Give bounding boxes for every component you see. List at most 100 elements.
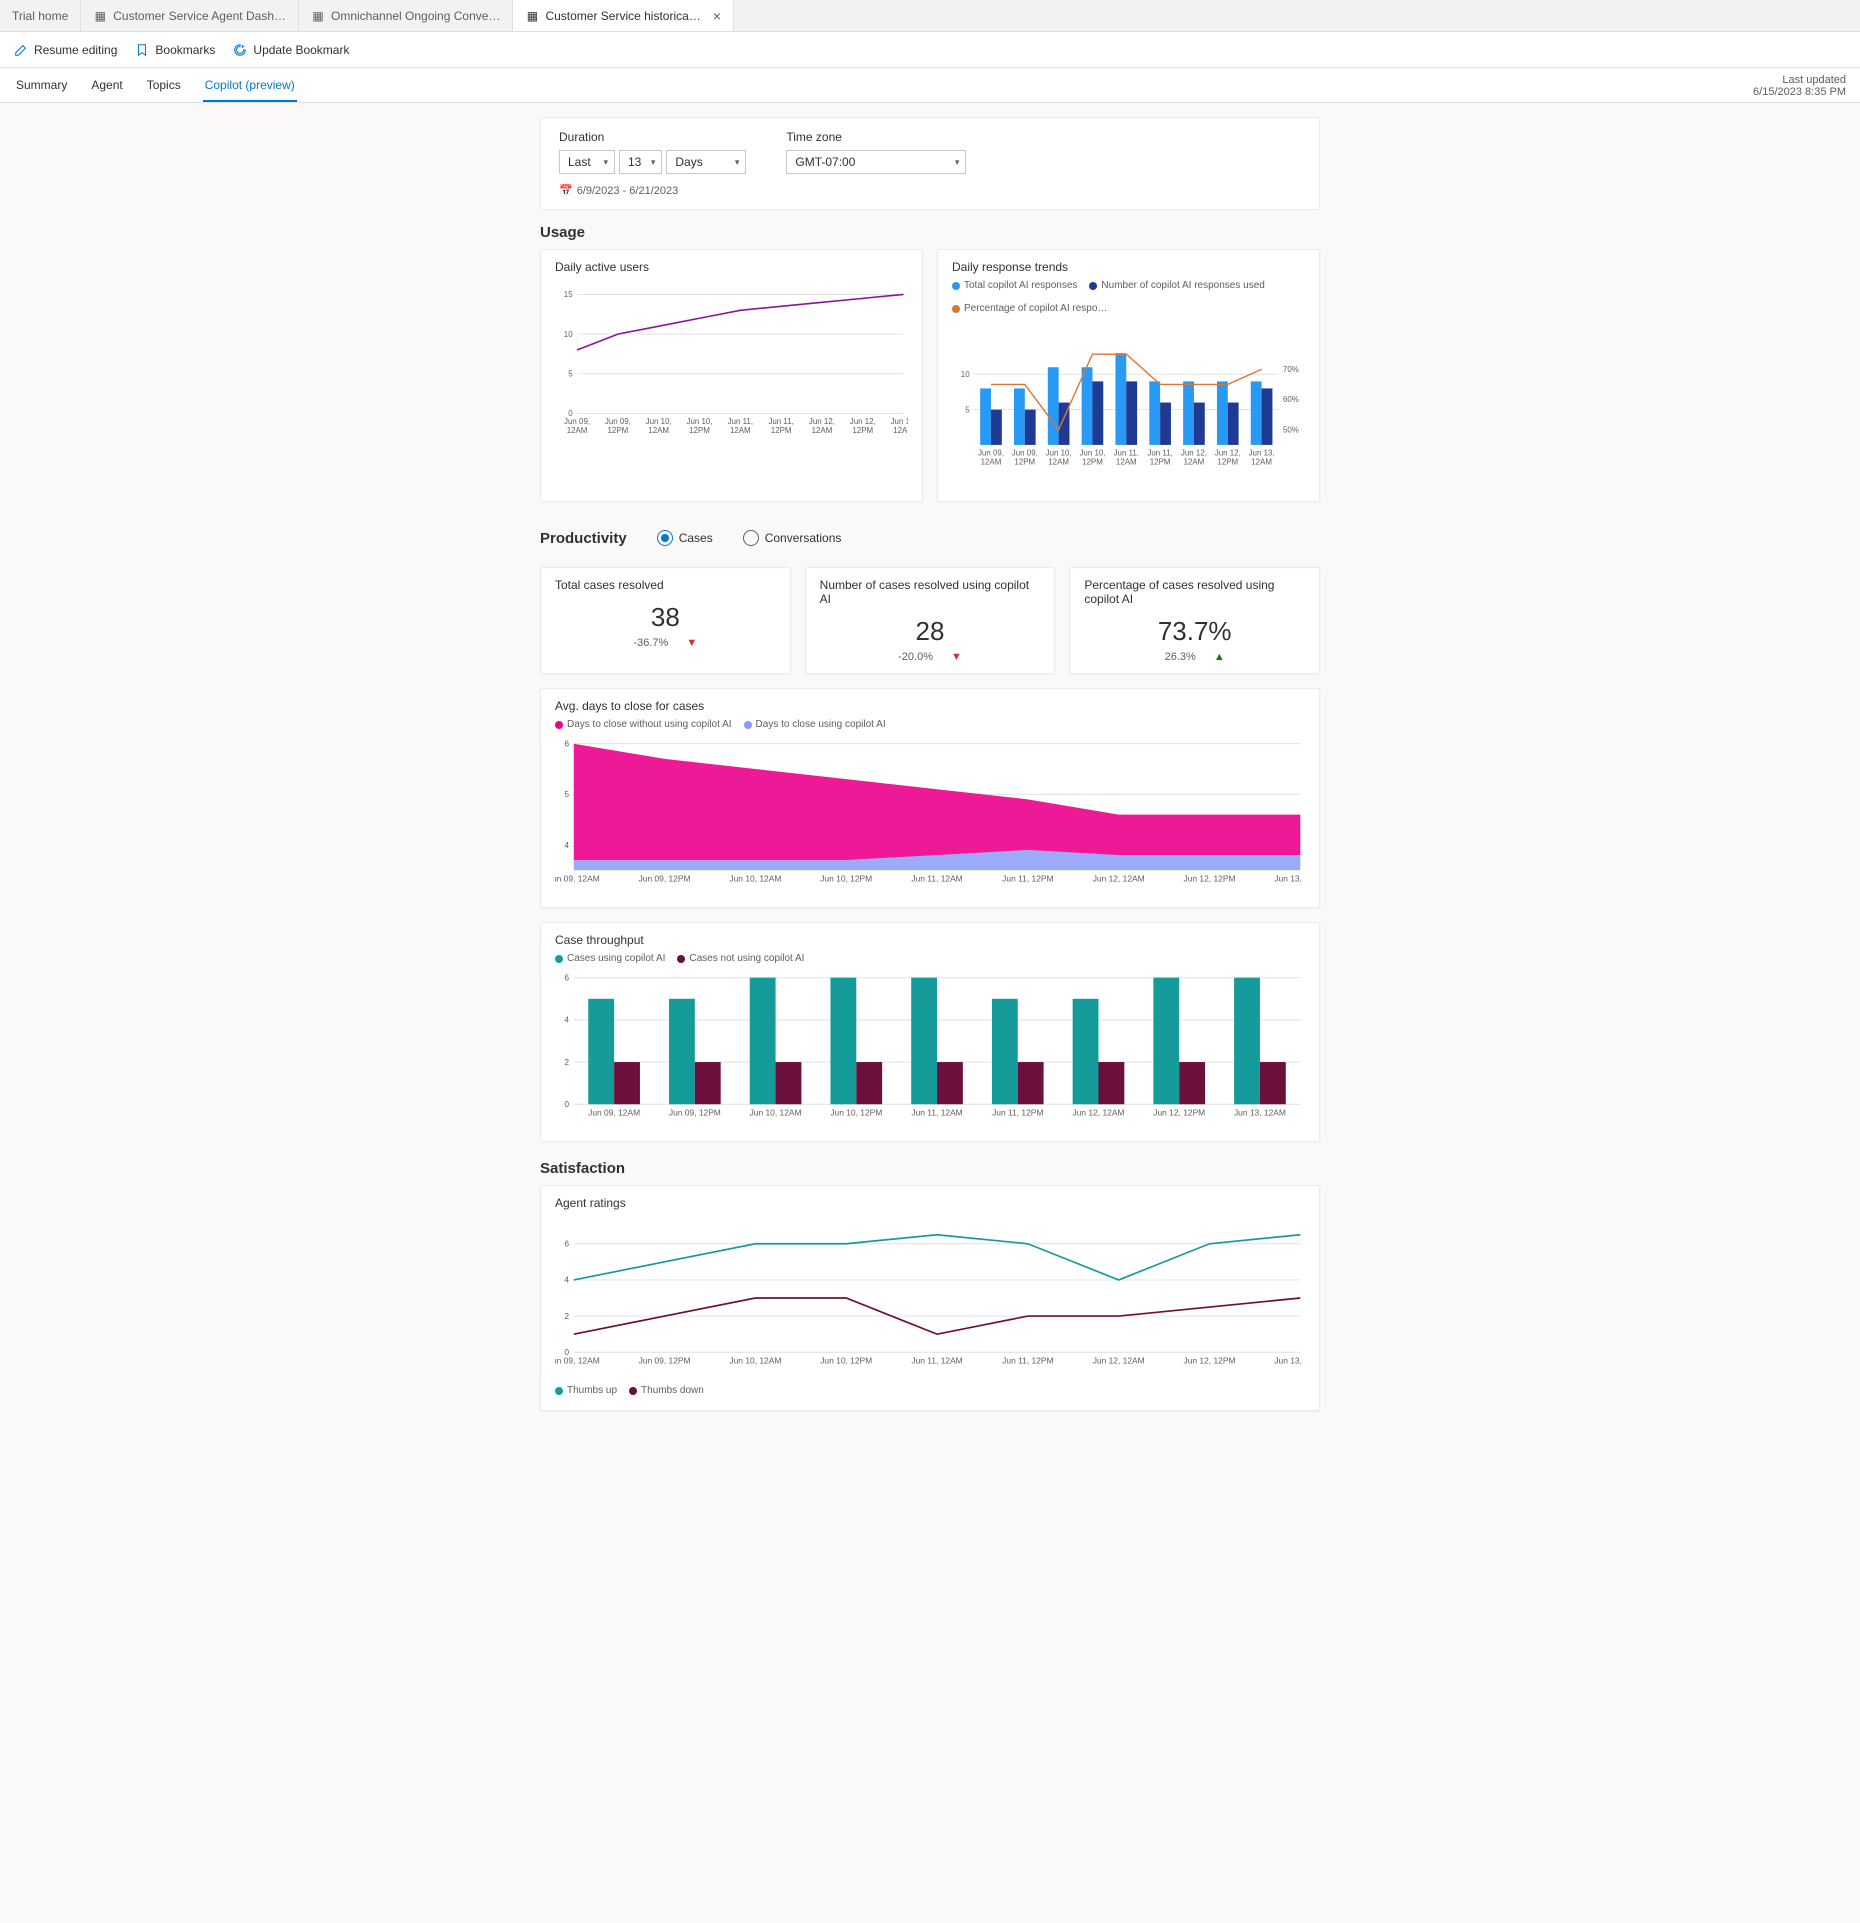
svg-text:Jun 10, 12AM: Jun 10, 12AM — [729, 1356, 781, 1366]
section-productivity-title: Productivity — [540, 530, 627, 547]
svg-text:60%: 60% — [1283, 395, 1299, 404]
svg-text:Jun 11, 12AM: Jun 11, 12AM — [911, 874, 962, 884]
duration-unit-select[interactable]: Days — [666, 150, 746, 174]
kpi-total-cases: Total cases resolved 38 -36.7%▼ — [540, 567, 791, 674]
subnav-agent[interactable]: Agent — [89, 70, 124, 102]
svg-text:Jun 09,: Jun 09, — [978, 449, 1004, 458]
svg-text:Jun 11,: Jun 11, — [728, 417, 753, 426]
kpi-copilot-cases: Number of cases resolved using copilot A… — [805, 567, 1056, 674]
svg-text:12AM: 12AM — [981, 457, 1002, 466]
svg-text:Jun 10, 12PM: Jun 10, 12PM — [820, 1356, 872, 1366]
svg-text:Jun 13,: Jun 13, — [891, 417, 908, 426]
svg-text:Jun 09, 12AM: Jun 09, 12AM — [555, 1356, 600, 1366]
svg-text:Jun 12,: Jun 12, — [850, 417, 876, 426]
svg-text:12AM: 12AM — [648, 426, 669, 435]
update-bookmark-button[interactable]: Update Bookmark — [233, 43, 349, 57]
svg-text:12PM: 12PM — [1150, 457, 1171, 466]
chart-throughput: 0246Jun 09, 12AMJun 09, 12PMJun 10, 12AM… — [555, 968, 1305, 1128]
close-icon[interactable]: × — [713, 9, 721, 23]
card-avg-days: Avg. days to close for cases Days to clo… — [540, 688, 1320, 908]
svg-text:Jun 10, 12AM: Jun 10, 12AM — [729, 874, 781, 884]
chart-daily-active-users: 051015Jun 09,12AMJun 09,12PMJun 10,12AMJ… — [555, 280, 908, 450]
svg-text:12AM: 12AM — [1184, 457, 1205, 466]
svg-text:10: 10 — [961, 370, 970, 379]
tab-bar: Trial home ▦ Customer Service Agent Dash… — [0, 0, 1860, 32]
svg-text:Jun 10,: Jun 10, — [1079, 449, 1105, 458]
dashboard-icon: ▦ — [311, 9, 325, 23]
card-response-trends: Daily response trends Total copilot AI r… — [937, 249, 1320, 502]
duration-value-select[interactable]: 13 — [619, 150, 662, 174]
tab-historical[interactable]: ▦ Customer Service historica… × — [513, 0, 734, 31]
svg-text:12PM: 12PM — [689, 426, 710, 435]
svg-text:Jun 13, 12AM: Jun 13, 12AM — [1274, 1356, 1305, 1366]
svg-text:Jun 12, 12AM: Jun 12, 12AM — [1073, 1108, 1125, 1118]
section-usage-title: Usage — [540, 224, 1320, 241]
svg-text:Jun 10,: Jun 10, — [646, 417, 672, 426]
svg-text:Jun 10,: Jun 10, — [1046, 449, 1072, 458]
svg-text:0: 0 — [564, 1099, 569, 1109]
arrow-up-icon: ▲ — [1214, 651, 1225, 663]
svg-text:12PM: 12PM — [1217, 457, 1238, 466]
svg-text:12PM: 12PM — [852, 426, 873, 435]
svg-text:Jun 12,: Jun 12, — [809, 417, 835, 426]
duration-mode-select[interactable]: Last — [559, 150, 615, 174]
svg-text:Jun 09, 12AM: Jun 09, 12AM — [555, 874, 600, 884]
svg-text:12AM: 12AM — [812, 426, 833, 435]
dashboard-icon: ▦ — [525, 9, 539, 23]
timezone-select[interactable]: GMT-07:00 — [786, 150, 966, 174]
svg-text:12PM: 12PM — [608, 426, 629, 435]
svg-text:12AM: 12AM — [893, 426, 908, 435]
calendar-icon: 📅 — [559, 184, 573, 197]
timezone-label: Time zone — [786, 130, 966, 144]
svg-text:4: 4 — [564, 1015, 569, 1025]
svg-text:Jun 09,: Jun 09, — [564, 417, 590, 426]
svg-text:5: 5 — [568, 369, 573, 378]
chart-agent-ratings: 0246Jun 09, 12AMJun 09, 12PMJun 10, 12AM… — [555, 1216, 1305, 1376]
radio-cases[interactable]: Cases — [657, 530, 713, 546]
subnav-topics[interactable]: Topics — [145, 70, 183, 102]
duration-label: Duration — [559, 130, 746, 144]
radio-conversations[interactable]: Conversations — [743, 530, 842, 546]
svg-text:50%: 50% — [1283, 425, 1299, 434]
card-throughput: Case throughput Cases using copilot AI C… — [540, 922, 1320, 1142]
last-updated: Last updated 6/15/2023 8:35 PM — [1753, 74, 1846, 102]
svg-text:Jun 11,: Jun 11, — [768, 417, 793, 426]
toolbar: Resume editing Bookmarks Update Bookmark — [0, 32, 1860, 68]
svg-text:Jun 12, 12PM: Jun 12, 12PM — [1184, 1356, 1236, 1366]
svg-text:Jun 12,: Jun 12, — [1215, 449, 1241, 458]
svg-text:Jun 11, 12PM: Jun 11, 12PM — [992, 1108, 1043, 1118]
svg-text:12AM: 12AM — [1116, 457, 1137, 466]
svg-text:Jun 11, 12PM: Jun 11, 12PM — [1002, 874, 1053, 884]
chart-avg-days: 456Jun 09, 12AMJun 09, 12PMJun 10, 12AMJ… — [555, 734, 1305, 894]
tab-trial-home[interactable]: Trial home — [0, 0, 81, 31]
filter-bar: Duration Last 13 Days 📅 6/9/2023 - 6/21/… — [540, 117, 1320, 210]
svg-text:Jun 09, 12PM: Jun 09, 12PM — [639, 1356, 691, 1366]
svg-text:Jun 13, 12AM: Jun 13, 12AM — [1274, 874, 1305, 884]
svg-text:2: 2 — [564, 1057, 569, 1067]
tab-omnichannel[interactable]: ▦ Omnichannel Ongoing Conve… — [299, 0, 513, 31]
subnav-copilot[interactable]: Copilot (preview) — [203, 70, 297, 102]
svg-text:Jun 11, 12AM: Jun 11, 12AM — [911, 1356, 962, 1366]
svg-text:6: 6 — [564, 973, 569, 983]
svg-text:Jun 10, 12PM: Jun 10, 12PM — [820, 874, 872, 884]
arrow-down-icon: ▼ — [951, 651, 962, 663]
svg-text:4: 4 — [564, 1275, 569, 1285]
svg-text:5: 5 — [564, 789, 569, 799]
svg-text:70%: 70% — [1283, 365, 1299, 374]
svg-text:Jun 09, 12PM: Jun 09, 12PM — [639, 874, 691, 884]
svg-text:12AM: 12AM — [567, 426, 588, 435]
svg-text:12PM: 12PM — [771, 426, 792, 435]
svg-text:15: 15 — [564, 290, 573, 299]
bookmarks-button[interactable]: Bookmarks — [135, 43, 215, 57]
svg-text:Jun 12,: Jun 12, — [1181, 449, 1207, 458]
tab-agent-dashboard[interactable]: ▦ Customer Service Agent Dash… — [81, 0, 299, 31]
svg-text:Jun 09,: Jun 09, — [605, 417, 631, 426]
resume-editing-button[interactable]: Resume editing — [14, 43, 117, 57]
svg-text:12AM: 12AM — [1251, 457, 1272, 466]
svg-text:Jun 13, 12AM: Jun 13, 12AM — [1234, 1108, 1286, 1118]
svg-text:Jun 09, 12AM: Jun 09, 12AM — [588, 1108, 640, 1118]
svg-text:Jun 12, 12PM: Jun 12, 12PM — [1184, 874, 1236, 884]
dashboard-icon: ▦ — [93, 9, 107, 23]
subnav-summary[interactable]: Summary — [14, 70, 69, 102]
svg-text:Jun 10, 12AM: Jun 10, 12AM — [750, 1108, 802, 1118]
